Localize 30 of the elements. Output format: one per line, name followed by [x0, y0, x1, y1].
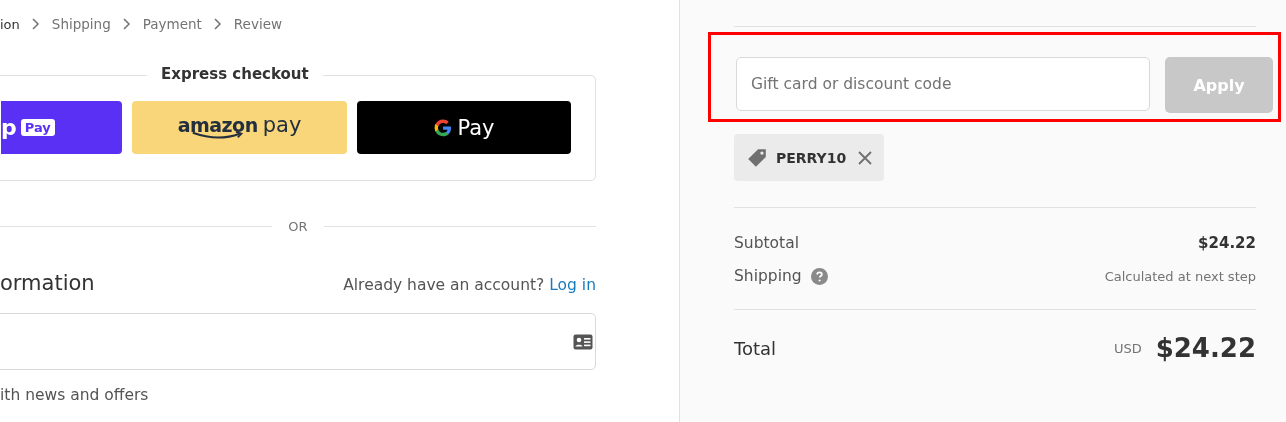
discount-code: PERRY10: [776, 149, 847, 166]
breadcrumb-item[interactable]: Payment: [142, 16, 202, 32]
contact-input-field[interactable]: [0, 313, 596, 370]
login-prompt: Already have an account?: [343, 276, 545, 294]
amazon-pay-button[interactable]: amazon pay: [132, 101, 347, 154]
express-checkout-title: Express checkout: [147, 65, 323, 83]
summary-label: Subtotal: [734, 234, 799, 252]
login-link[interactable]: Log in: [549, 276, 596, 294]
chevron-icon: [213, 18, 222, 30]
tag-icon: [746, 146, 768, 169]
chevron-icon: [122, 18, 131, 30]
currency-code: USD: [1113, 340, 1142, 356]
close-icon[interactable]: [858, 150, 873, 165]
google-logo-icon: [433, 117, 454, 138]
section-heading: ormation: [0, 271, 95, 295]
summary-label: Shipping: [734, 267, 802, 285]
help-icon[interactable]: [810, 267, 828, 285]
contact-card-icon: [573, 333, 593, 350]
total-amount: $24.22: [1155, 333, 1256, 363]
shop-pay-button[interactable]: p Pay: [1, 101, 122, 154]
summary-note: Calculated at next step: [1104, 268, 1256, 284]
breadcrumb-item[interactable]: Shipping: [51, 16, 111, 32]
or-divider-label: OR: [287, 219, 309, 234]
summary-amount: $24.22: [1198, 234, 1256, 252]
google-pay-button[interactable]: Pay: [357, 101, 571, 154]
newsletter-label: ith news and offers: [0, 386, 150, 404]
breadcrumb-item[interactable]: ion: [0, 16, 20, 32]
breadcrumb-item[interactable]: Review: [233, 16, 282, 32]
chevron-icon: [31, 18, 40, 30]
total-label: Total: [734, 337, 777, 359]
